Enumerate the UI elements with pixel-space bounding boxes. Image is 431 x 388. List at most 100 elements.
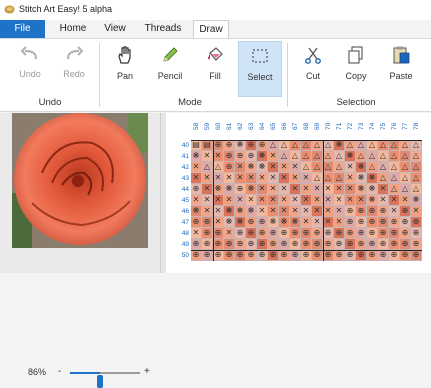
stitch-cell[interactable]: ⊕	[202, 239, 213, 250]
stitch-cell[interactable]: ✕	[378, 184, 389, 195]
stitch-cell[interactable]: ✕	[323, 206, 334, 217]
stitch-cell[interactable]: ⊕	[257, 250, 268, 261]
stitch-cell[interactable]: ❋	[356, 173, 367, 184]
stitch-cell[interactable]: ▤	[191, 140, 202, 151]
stitch-cell[interactable]: △	[378, 151, 389, 162]
stitch-cell[interactable]: ✕	[345, 184, 356, 195]
stitch-cell[interactable]: ⊕	[246, 228, 257, 239]
stitch-cell[interactable]: △	[411, 151, 422, 162]
stitch-cell[interactable]: ⊕	[400, 239, 411, 250]
redo-button[interactable]: Redo	[52, 41, 96, 97]
stitch-cell[interactable]: △	[301, 140, 312, 151]
stitch-cell[interactable]: ✕	[202, 151, 213, 162]
stitch-cell[interactable]: ⊕	[411, 239, 422, 250]
stitch-cell[interactable]: ⊕	[400, 217, 411, 228]
stitch-cell[interactable]: ✕	[202, 206, 213, 217]
paste-button[interactable]: Paste	[379, 41, 423, 97]
stitch-cell[interactable]: ❋	[191, 151, 202, 162]
stitch-cell[interactable]: ⊕	[224, 151, 235, 162]
stitch-cell[interactable]: ⊕	[191, 184, 202, 195]
stitch-cell[interactable]: ⊕	[301, 228, 312, 239]
stitch-cell[interactable]: △	[367, 140, 378, 151]
stitch-cell[interactable]: ⊕	[334, 250, 345, 261]
stitch-cell[interactable]: ⊕	[323, 250, 334, 261]
stitch-cell[interactable]: ⊕	[367, 239, 378, 250]
stitch-cell[interactable]: ❋	[246, 184, 257, 195]
stitch-cell[interactable]: △	[400, 184, 411, 195]
stitch-cell[interactable]: ⊕	[367, 228, 378, 239]
stitch-cell[interactable]: ⊕	[224, 239, 235, 250]
vertical-scrollbar[interactable]	[161, 113, 166, 273]
stitch-cell[interactable]: △	[400, 173, 411, 184]
stitch-cell[interactable]: ❋	[279, 217, 290, 228]
stitch-cell[interactable]: △	[312, 162, 323, 173]
stitch-cell[interactable]: ⊕	[323, 228, 334, 239]
stitch-cell[interactable]: ✕	[268, 173, 279, 184]
stitch-cell[interactable]: ⊕	[213, 239, 224, 250]
stitch-cell[interactable]: ✕	[257, 206, 268, 217]
stitch-cell[interactable]: ❋	[345, 151, 356, 162]
stitch-cell[interactable]: △	[323, 151, 334, 162]
stitch-cell[interactable]: ⊕	[301, 239, 312, 250]
stitch-cell[interactable]: △	[411, 173, 422, 184]
stitch-cell[interactable]: ✕	[378, 195, 389, 206]
stitch-cell[interactable]: ✕	[279, 173, 290, 184]
tab-draw[interactable]: Draw	[193, 20, 229, 38]
stitch-cell[interactable]: ✕	[301, 173, 312, 184]
stitch-cell[interactable]: ⊕	[356, 250, 367, 261]
stitch-cell[interactable]: ❋	[334, 140, 345, 151]
stitch-cell[interactable]: ⊕	[356, 206, 367, 217]
stitch-cell[interactable]: △	[389, 140, 400, 151]
stitch-cell[interactable]: ⊕	[356, 228, 367, 239]
stitch-cell[interactable]: △	[323, 140, 334, 151]
stitch-cell[interactable]: ✕	[191, 173, 202, 184]
stitch-cell[interactable]: ✕	[389, 206, 400, 217]
stitch-cell[interactable]: ⊕	[224, 140, 235, 151]
stitch-cell[interactable]: ⊕	[235, 250, 246, 261]
stitch-cell[interactable]: ⊕	[246, 140, 257, 151]
stitch-cell[interactable]: ❋	[356, 162, 367, 173]
stitch-cell[interactable]: △	[378, 162, 389, 173]
stitch-cell[interactable]: ⊕	[213, 140, 224, 151]
stitch-cell[interactable]: ⊕	[202, 228, 213, 239]
pencil-button[interactable]: Pencil	[148, 41, 192, 97]
stitch-cell[interactable]: ❋	[290, 217, 301, 228]
stitch-cell[interactable]: ⊕	[202, 217, 213, 228]
stitch-cell[interactable]: ❋	[246, 206, 257, 217]
fill-button[interactable]: Fill	[193, 41, 237, 97]
tab-home[interactable]: Home	[54, 20, 92, 38]
stitch-cell[interactable]: ⊕	[334, 239, 345, 250]
stitch-cell[interactable]: ✕	[312, 206, 323, 217]
stitch-cell[interactable]: ⊕	[235, 184, 246, 195]
stitch-cell[interactable]: ❋	[257, 151, 268, 162]
stitch-cell[interactable]: △	[389, 184, 400, 195]
stitch-cell[interactable]: ❋	[411, 195, 422, 206]
stitch-cell[interactable]: ✕	[235, 173, 246, 184]
stitch-cell[interactable]: ✕	[202, 195, 213, 206]
stitch-cell[interactable]: ✕	[290, 162, 301, 173]
stitch-cell[interactable]: △	[312, 173, 323, 184]
stitch-cell[interactable]: ⊕	[257, 140, 268, 151]
stitch-cell[interactable]: ✕	[290, 184, 301, 195]
stitch-grid-panel[interactable]: 58 59 60 61 62 63 64 65 66 67 68 69 70 71 72 73 74 75 76 77…	[160, 113, 431, 273]
stitch-cell[interactable]: △	[279, 140, 290, 151]
stitch-cell[interactable]: △	[301, 151, 312, 162]
stitch-cell[interactable]: ✕	[191, 195, 202, 206]
stitch-cell[interactable]: ⊕	[411, 250, 422, 261]
stitch-cell[interactable]: ❋	[224, 184, 235, 195]
stitch-cell[interactable]: ⊕	[246, 239, 257, 250]
zoom-slider[interactable]	[70, 372, 140, 388]
stitch-cell[interactable]: ⊕	[257, 217, 268, 228]
stitch-cell[interactable]: ⊕	[334, 228, 345, 239]
stitch-cell[interactable]: ❋	[235, 217, 246, 228]
stitch-cell[interactable]: △	[213, 162, 224, 173]
stitch-cell[interactable]: △	[323, 162, 334, 173]
stitch-cell[interactable]: ⊕	[279, 228, 290, 239]
stitch-cell[interactable]: ✕	[268, 195, 279, 206]
stitch-cell[interactable]: △	[367, 151, 378, 162]
stitch-cell[interactable]: △	[345, 140, 356, 151]
stitch-cell[interactable]: ⊕	[378, 239, 389, 250]
stitch-cell[interactable]: ✕	[279, 162, 290, 173]
stitch-cell[interactable]: ⊕	[400, 228, 411, 239]
stitch-cell[interactable]: ⊕	[257, 239, 268, 250]
